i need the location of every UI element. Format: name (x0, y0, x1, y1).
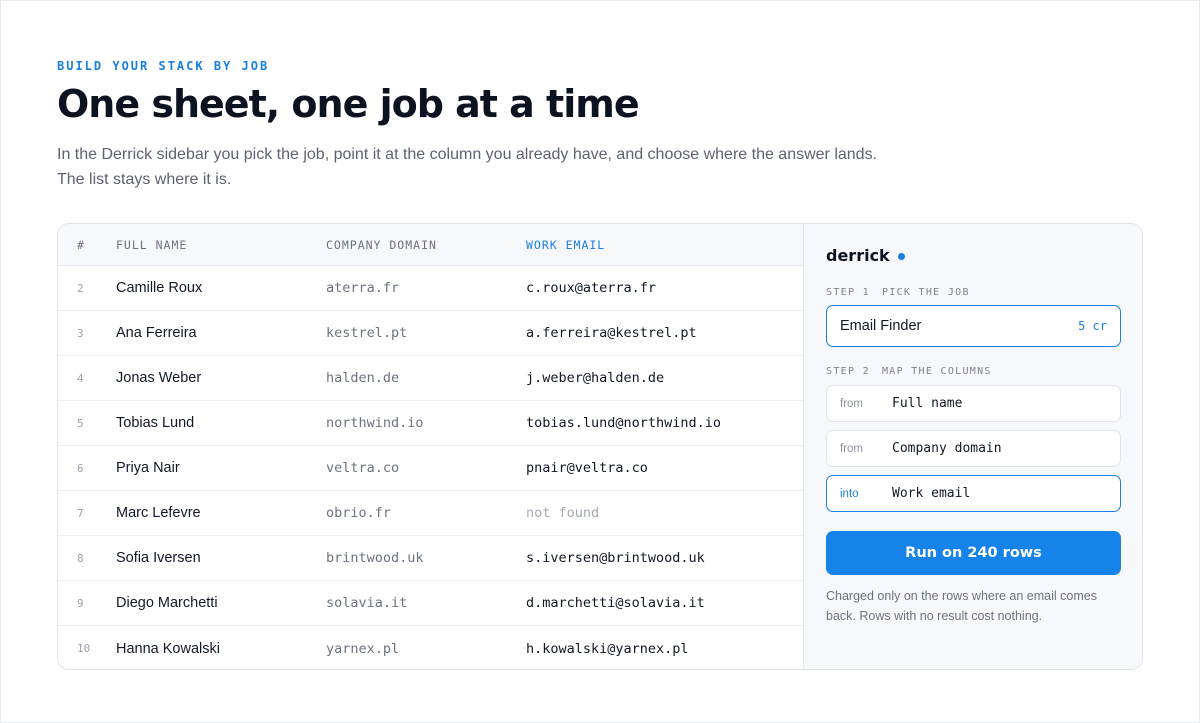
mapping-column: Full name (892, 396, 963, 411)
column-header-work-email[interactable]: WORK EMAIL (526, 238, 803, 252)
row-number: 6 (77, 461, 84, 475)
cell-full-name[interactable]: Sofia Iversen (116, 550, 326, 566)
run-button[interactable]: Run on 240 rows (826, 531, 1121, 575)
cell-work-email-not-found[interactable]: not found (526, 505, 803, 521)
derrick-sidebar: derrick STEP 1 PICK THE JOB Email Finder … (803, 224, 1142, 669)
mapping-kind: into (840, 487, 859, 500)
cell-full-name[interactable]: Ana Ferreira (116, 325, 326, 341)
cell-full-name[interactable]: Diego Marchetti (116, 595, 326, 611)
row-number: 7 (77, 506, 84, 520)
column-header-full-name[interactable]: FULL NAME (116, 238, 326, 252)
cell-full-name[interactable]: Tobias Lund (116, 415, 326, 431)
step-1-number: STEP 1 (826, 287, 870, 298)
cell-company-domain[interactable]: halden.de (326, 370, 526, 386)
job-cost-badge: 5 cr (1078, 319, 1107, 333)
sheet-table: # FULL NAME COMPANY DOMAIN WORK EMAIL 2 … (58, 224, 803, 669)
cell-full-name[interactable]: Priya Nair (116, 460, 326, 476)
step-2-number: STEP 2 (826, 366, 870, 377)
row-number: 2 (77, 281, 84, 295)
derrick-logo: derrick (826, 246, 905, 265)
table-row[interactable]: 3 Ana Ferreira kestrel.pt a.ferreira@kes… (58, 311, 803, 356)
cell-work-email[interactable]: c.roux@aterra.fr (526, 280, 803, 296)
cell-company-domain[interactable]: yarnex.pl (326, 641, 526, 657)
mapping-into-work-email[interactable]: into Work email (826, 475, 1121, 512)
mapping-column: Company domain (892, 441, 1002, 456)
row-number: 4 (77, 371, 84, 385)
step-2-label: STEP 2 MAP THE COLUMNS (826, 366, 992, 377)
cell-work-email[interactable]: h.kowalski@yarnex.pl (526, 641, 803, 657)
cell-company-domain[interactable]: brintwood.uk (326, 550, 526, 566)
mapping-column: Work email (892, 486, 971, 501)
cell-work-email[interactable]: d.marchetti@solavia.it (526, 595, 803, 611)
cell-work-email[interactable]: a.ferreira@kestrel.pt (526, 325, 803, 341)
table-row[interactable]: 10 Hanna Kowalski yarnex.pl h.kowalski@y… (58, 626, 803, 669)
page-subtitle: In the Derrick sidebar you pick the job,… (57, 146, 878, 188)
row-number: 8 (77, 551, 84, 565)
page-title: One sheet, one job at a time (57, 82, 640, 126)
table-row[interactable]: 4 Jonas Weber halden.de j.weber@halden.d… (58, 356, 803, 401)
table-row[interactable]: 8 Sofia Iversen brintwood.uk s.iversen@b… (58, 536, 803, 581)
job-name: Email Finder (840, 318, 922, 334)
cell-company-domain[interactable]: veltra.co (326, 460, 526, 476)
table-row[interactable]: 6 Priya Nair veltra.co pnair@veltra.co (58, 446, 803, 491)
table-row[interactable]: 5 Tobias Lund northwind.io tobias.lund@n… (58, 401, 803, 446)
cell-full-name[interactable]: Marc Lefevre (116, 505, 326, 521)
cell-full-name[interactable]: Jonas Weber (116, 370, 326, 386)
cell-work-email[interactable]: s.iversen@brintwood.uk (526, 550, 803, 566)
cell-full-name[interactable]: Hanna Kowalski (116, 641, 326, 657)
cell-company-domain[interactable]: aterra.fr (326, 280, 526, 296)
cell-company-domain[interactable]: obrio.fr (326, 505, 526, 521)
job-select[interactable]: Email Finder 5 cr (826, 305, 1121, 347)
status-dot-icon (897, 253, 905, 260)
mapping-kind: from (840, 442, 863, 455)
brand-name: derrick (826, 246, 890, 265)
cell-full-name[interactable]: Camille Roux (116, 280, 326, 296)
row-number: 10 (77, 642, 91, 655)
mapping-from-company-domain[interactable]: from Company domain (826, 430, 1121, 467)
column-header-number[interactable]: # (58, 238, 116, 252)
cell-work-email[interactable]: pnair@veltra.co (526, 460, 803, 476)
table-row[interactable]: 9 Diego Marchetti solavia.it d.marchetti… (58, 581, 803, 626)
mapping-kind: from (840, 397, 863, 410)
table-row[interactable]: 7 Marc Lefevre obrio.fr not found (58, 491, 803, 536)
table-row[interactable]: 2 Camille Roux aterra.fr c.roux@aterra.f… (58, 266, 803, 311)
table-header: # FULL NAME COMPANY DOMAIN WORK EMAIL (58, 224, 803, 266)
sheet-card: # FULL NAME COMPANY DOMAIN WORK EMAIL 2 … (57, 223, 1143, 670)
step-1-title: PICK THE JOB (881, 287, 970, 298)
cell-work-email[interactable]: j.weber@halden.de (526, 370, 803, 386)
row-number: 5 (77, 416, 84, 430)
cell-company-domain[interactable]: northwind.io (326, 415, 526, 431)
eyebrow: BUILD YOUR STACK BY JOB (57, 59, 270, 73)
cell-work-email[interactable]: tobias.lund@northwind.io (526, 415, 803, 431)
step-2-title: MAP THE COLUMNS (881, 366, 992, 377)
column-header-company-domain[interactable]: COMPANY DOMAIN (326, 238, 526, 252)
cell-company-domain[interactable]: solavia.it (326, 595, 526, 611)
mapping-from-full-name[interactable]: from Full name (826, 385, 1121, 422)
row-number: 9 (77, 596, 84, 610)
billing-note: Charged only on the rows where an email … (826, 589, 1097, 623)
row-number: 3 (77, 326, 84, 340)
cell-company-domain[interactable]: kestrel.pt (326, 325, 526, 341)
step-1-label: STEP 1 PICK THE JOB (826, 287, 970, 298)
